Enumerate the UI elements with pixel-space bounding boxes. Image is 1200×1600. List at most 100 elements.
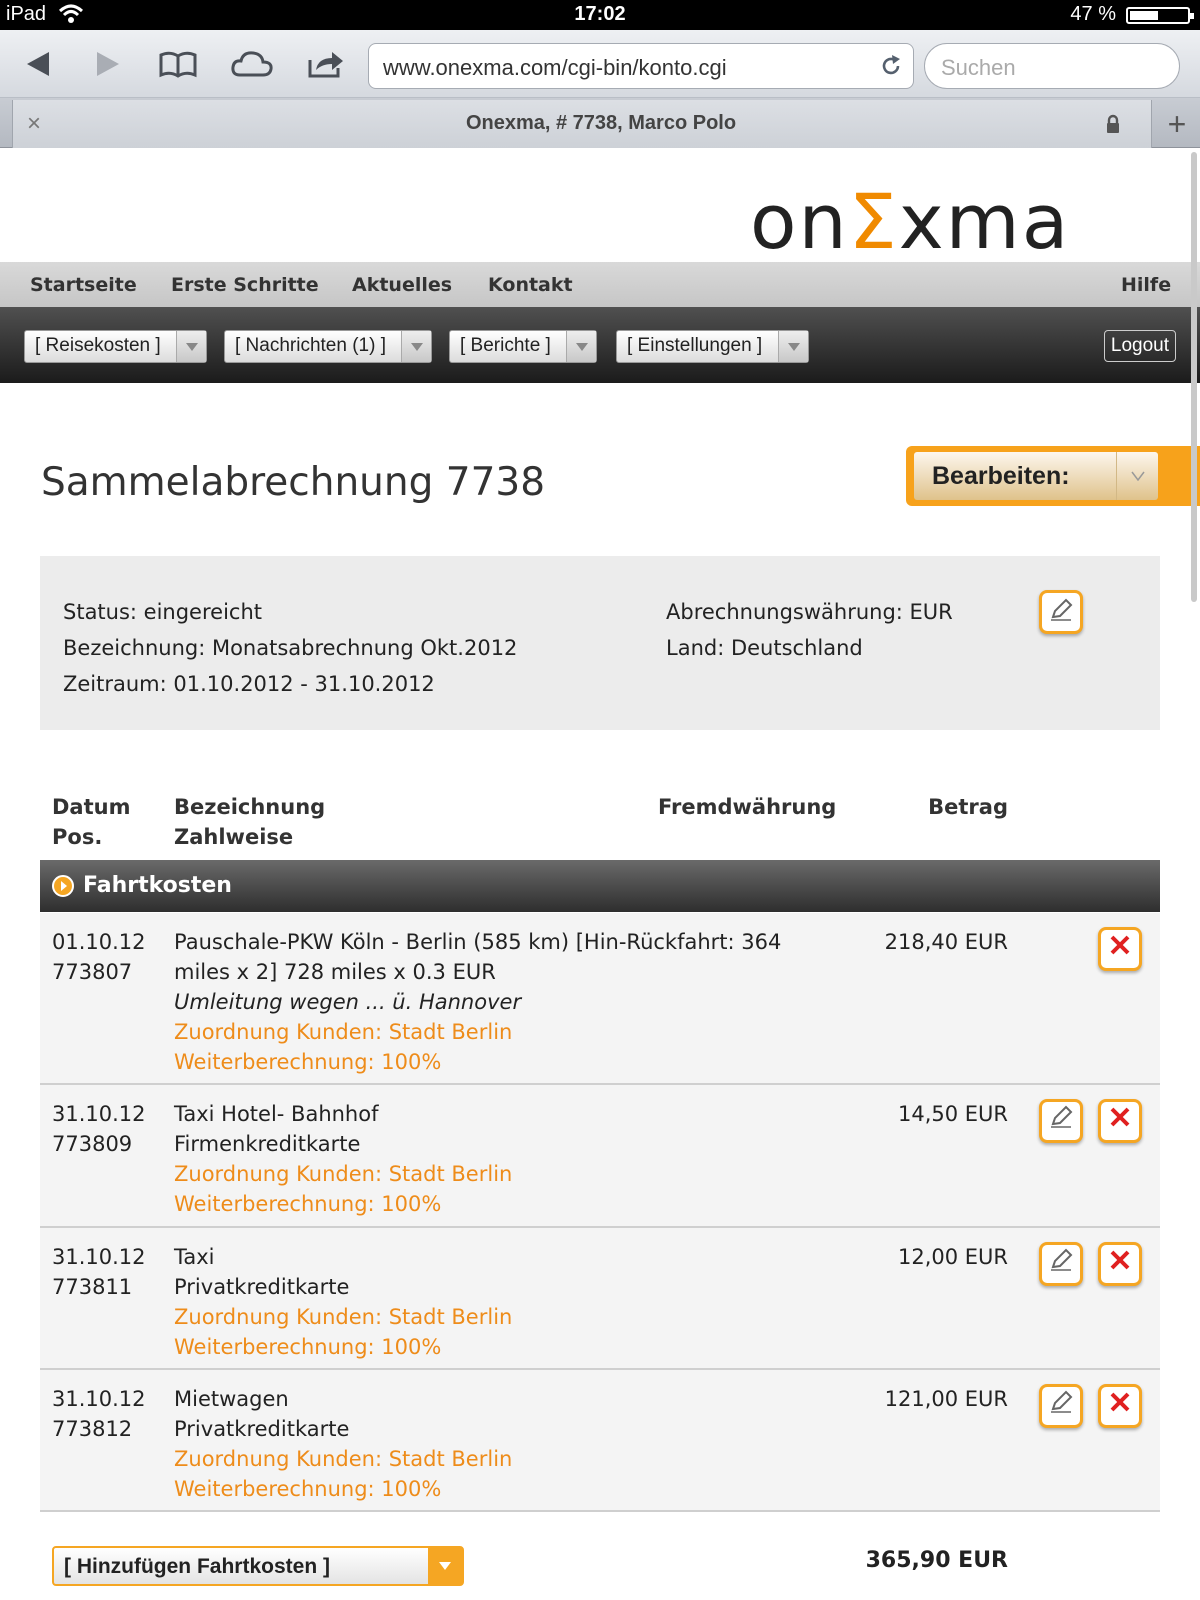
main-nav: Startseite Erste Schritte Aktuelles Kont… bbox=[0, 262, 1200, 307]
chevron-down-icon bbox=[778, 331, 808, 362]
section-fahrtkosten[interactable]: Fahrtkosten bbox=[40, 860, 1160, 912]
row-kunde: Zuordnung Kunden: Stadt Berlin bbox=[174, 1447, 513, 1471]
nav-aktuelles[interactable]: Aktuelles bbox=[352, 274, 452, 296]
row-kunde: Zuordnung Kunden: Stadt Berlin bbox=[174, 1162, 513, 1186]
url-field[interactable]: www.onexma.com/cgi-bin/konto.cgi bbox=[368, 43, 914, 89]
icloud-tabs-icon[interactable] bbox=[230, 44, 274, 84]
row-description-cont: miles x 2] 728 miles x 0.3 EUR bbox=[174, 960, 496, 984]
menu-nachrichten[interactable]: [ Nachrichten (1) ] bbox=[224, 330, 432, 363]
delete-x-icon bbox=[1108, 1248, 1132, 1280]
search-placeholder: Suchen bbox=[941, 55, 1016, 80]
table-row: 31.10.12 773811 Taxi Privatkreditkarte Zu… bbox=[40, 1228, 1160, 1370]
row-description: Pauschale-PKW Köln - Berlin (585 km) [Hi… bbox=[174, 930, 782, 954]
logout-button[interactable]: Logout bbox=[1103, 330, 1176, 362]
col-datum: Datum bbox=[52, 795, 131, 819]
pencil-icon bbox=[1048, 1104, 1074, 1138]
row-amount: 218,40 EUR bbox=[884, 930, 1008, 954]
row-pos: 773809 bbox=[52, 1132, 133, 1156]
delete-x-icon bbox=[1108, 933, 1132, 965]
nav-startseite[interactable]: Startseite bbox=[30, 274, 137, 296]
row-pos: 773811 bbox=[52, 1275, 133, 1299]
search-input[interactable]: Suchen bbox=[924, 43, 1180, 89]
logo-text-start: on bbox=[750, 177, 849, 266]
battery-percent: 47 % bbox=[1070, 3, 1116, 25]
row-date: 31.10.12 bbox=[52, 1245, 146, 1269]
menu-reisekosten[interactable]: [ Reisekosten ] bbox=[24, 330, 207, 363]
back-arrow-icon[interactable] bbox=[16, 44, 60, 84]
menu-nachrichten-label: [ Nachrichten (1) ] bbox=[235, 335, 386, 356]
row-zahlweise: Privatkreditkarte bbox=[174, 1275, 350, 1299]
row-zahlweise: Privatkreditkarte bbox=[174, 1417, 350, 1441]
delete-row-button[interactable] bbox=[1098, 1384, 1142, 1428]
land-text: Land: Deutschland bbox=[666, 636, 863, 660]
reload-icon[interactable] bbox=[879, 54, 903, 84]
chevron-down-icon bbox=[428, 1548, 462, 1584]
delete-row-button[interactable] bbox=[1098, 1242, 1142, 1286]
delete-x-icon bbox=[1108, 1390, 1132, 1422]
row-kunde: Zuordnung Kunden: Stadt Berlin bbox=[174, 1305, 513, 1329]
report-info: Status: eingereicht Bezeichnung: Monatsa… bbox=[40, 556, 1160, 730]
col-betrag: Betrag bbox=[928, 795, 1008, 819]
logo-text-end: xma bbox=[898, 177, 1071, 266]
play-circle-icon bbox=[52, 875, 74, 897]
bookmarks-icon[interactable] bbox=[156, 44, 200, 84]
col-pos: Pos. bbox=[52, 825, 103, 849]
chevron-down-icon bbox=[176, 331, 206, 362]
menu-einstellungen[interactable]: [ Einstellungen ] bbox=[616, 330, 809, 363]
table-row: 01.10.12 773807 Pauschale-PKW Köln - Berl… bbox=[40, 913, 1160, 1085]
menu-berichte[interactable]: [ Berichte ] bbox=[449, 330, 597, 363]
delete-row-button[interactable] bbox=[1098, 927, 1142, 971]
nav-erste-schritte[interactable]: Erste Schritte bbox=[171, 274, 319, 296]
row-note: Umleitung wegen ... ü. Hannover bbox=[174, 990, 522, 1014]
pencil-icon bbox=[1048, 1389, 1074, 1423]
edit-row-button[interactable] bbox=[1039, 1384, 1083, 1428]
row-weiterberechnung: Weiterberechnung: 100% bbox=[174, 1192, 442, 1216]
tab-title: Onexma, # 7738, Marco Polo bbox=[465, 112, 737, 134]
logo-text-accent: Σ bbox=[848, 177, 899, 266]
edit-row-button[interactable] bbox=[1039, 1242, 1083, 1286]
edit-info-button[interactable] bbox=[1039, 590, 1083, 634]
waehrung-text: Abrechnungswährung: EUR bbox=[666, 600, 953, 624]
nav-kontakt[interactable]: Kontakt bbox=[488, 274, 573, 296]
edit-row-button[interactable] bbox=[1039, 1099, 1083, 1143]
onexma-logo[interactable]: onΣxma bbox=[750, 184, 1070, 260]
delete-row-button[interactable] bbox=[1098, 1099, 1142, 1143]
add-fahrtkosten-select[interactable]: [ Hinzufügen Fahrtkosten ] bbox=[52, 1546, 464, 1586]
scrollbar[interactable] bbox=[1191, 152, 1197, 602]
clock: 17:02 bbox=[574, 3, 626, 25]
col-bezeichnung: Bezeichnung bbox=[174, 795, 326, 819]
row-pos: 773807 bbox=[52, 960, 133, 984]
row-description: Taxi bbox=[174, 1245, 215, 1269]
lock-icon bbox=[1105, 114, 1121, 138]
section-title: Fahrtkosten bbox=[83, 873, 232, 898]
menu-berichte-label: [ Berichte ] bbox=[460, 335, 551, 356]
row-weiterberechnung: Weiterberechnung: 100% bbox=[174, 1477, 442, 1501]
table-row: 31.10.12 773812 Mietwagen Privatkreditkar… bbox=[40, 1370, 1160, 1512]
col-fremdwaehrung: Fremdwährung bbox=[658, 795, 837, 819]
row-kunde: Zuordnung Kunden: Stadt Berlin bbox=[174, 1020, 513, 1044]
bearbeiten-select[interactable]: Bearbeiten: bbox=[906, 446, 1200, 506]
nav-hilfe[interactable]: Hilfe bbox=[1121, 274, 1171, 296]
pencil-icon bbox=[1048, 597, 1074, 627]
row-amount: 121,00 EUR bbox=[884, 1387, 1008, 1411]
bearbeiten-label: Bearbeiten: bbox=[932, 462, 1070, 490]
new-tab-button[interactable]: + bbox=[1154, 100, 1200, 148]
row-zahlweise: Firmenkreditkarte bbox=[174, 1132, 361, 1156]
row-description: Taxi Hotel- Bahnhof bbox=[174, 1102, 379, 1126]
menu-bar: [ Reisekosten ] [ Nachrichten (1) ] [ Be… bbox=[0, 307, 1200, 383]
table-header: Datum Pos. Bezeichnung Zahlweise Fremdwä… bbox=[40, 792, 1160, 852]
row-date: 31.10.12 bbox=[52, 1102, 146, 1126]
row-description: Mietwagen bbox=[174, 1387, 289, 1411]
tab-active[interactable]: × Onexma, # 7738, Marco Polo bbox=[12, 100, 1152, 148]
total-amount: 365,90 EUR bbox=[865, 1548, 1008, 1573]
row-amount: 14,50 EUR bbox=[897, 1102, 1008, 1126]
zeitraum-text: Zeitraum: 01.10.2012 - 31.10.2012 bbox=[63, 672, 435, 696]
chevron-down-icon bbox=[566, 331, 596, 362]
row-amount: 12,00 EUR bbox=[897, 1245, 1008, 1269]
share-icon[interactable] bbox=[304, 44, 348, 84]
row-pos: 773812 bbox=[52, 1417, 133, 1441]
battery-icon bbox=[1126, 7, 1194, 24]
delete-x-icon bbox=[1108, 1105, 1132, 1137]
browser-toolbar: www.onexma.com/cgi-bin/konto.cgi Suchen bbox=[0, 30, 1200, 98]
forward-arrow-icon[interactable] bbox=[86, 44, 130, 84]
